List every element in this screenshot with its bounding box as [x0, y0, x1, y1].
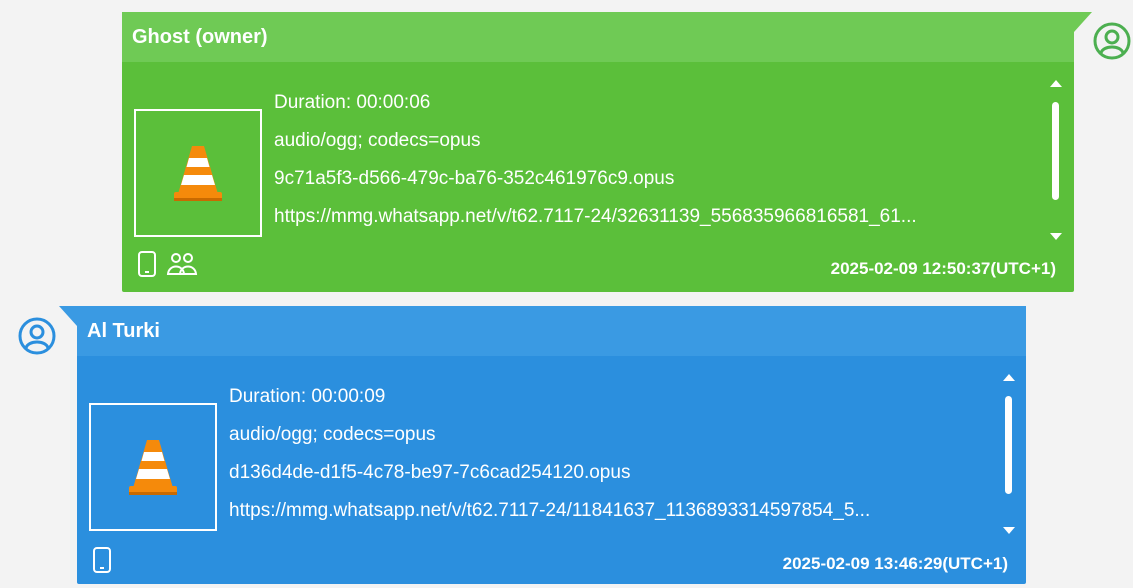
bubble-tail	[59, 306, 77, 326]
message-body: Duration: 00:00:09 audio/ogg; codecs=opu…	[77, 358, 1026, 584]
scroll-up-arrow[interactable]	[1003, 374, 1015, 381]
avatar	[1093, 22, 1131, 60]
media-thumbnail[interactable]	[134, 109, 262, 237]
message-timestamp: 2025-02-09 12:50:37(UTC+1)	[830, 259, 1056, 278]
scroll-up-arrow[interactable]	[1050, 80, 1062, 87]
avatar	[18, 317, 56, 355]
phone-icon	[138, 251, 156, 277]
bubble-tail	[1074, 12, 1092, 32]
vlc-icon	[174, 146, 222, 201]
vlc-icon	[129, 440, 177, 495]
filename-text: d136d4de-d1f5-4c78-be97-7c6cad254120.opu…	[229, 462, 631, 483]
footer-icons	[91, 546, 113, 574]
scrollbar[interactable]	[1001, 374, 1017, 534]
scroll-down-arrow[interactable]	[1050, 233, 1062, 240]
message-timestamp: 2025-02-09 13:46:29(UTC+1)	[782, 554, 1008, 573]
user-avatar-icon	[18, 317, 56, 355]
phone-icon	[93, 547, 111, 573]
scrollbar-thumb[interactable]	[1052, 102, 1059, 200]
user-avatar-icon	[1093, 22, 1131, 60]
scrollbar-thumb[interactable]	[1005, 396, 1012, 494]
sender-name: Al Turki	[77, 306, 1026, 356]
scrollbar[interactable]	[1048, 80, 1064, 240]
message-body: Duration: 00:00:06 audio/ogg; codecs=opu…	[122, 62, 1074, 292]
media-url-link[interactable]: https://mmg.whatsapp.net/v/t62.7117-24/1…	[229, 492, 989, 530]
footer-icons	[136, 250, 198, 278]
duration-text: Duration: 00:00:09	[229, 386, 386, 407]
mime-type-text: audio/ogg; codecs=opus	[229, 424, 436, 445]
media-info: Duration: 00:00:09 audio/ogg; codecs=opu…	[229, 378, 989, 530]
media-info: Duration: 00:00:06 audio/ogg; codecs=opu…	[274, 84, 1034, 236]
group-icon	[166, 253, 198, 275]
media-thumbnail[interactable]	[89, 403, 217, 531]
sender-name: Ghost (owner)	[122, 12, 1074, 62]
scroll-down-arrow[interactable]	[1003, 527, 1015, 534]
media-url-link[interactable]: https://mmg.whatsapp.net/v/t62.7117-24/3…	[274, 198, 1034, 236]
message-bubble[interactable]: Ghost (owner) Duration: 00:00:06 audio/o…	[122, 12, 1092, 292]
filename-text: 9c71a5f3-d566-479c-ba76-352c461976c9.opu…	[274, 168, 675, 189]
duration-text: Duration: 00:00:06	[274, 92, 431, 113]
mime-type-text: audio/ogg; codecs=opus	[274, 130, 481, 151]
message-bubble[interactable]: Al Turki Duration: 00:00:09 audio/ogg; c…	[59, 306, 1026, 584]
